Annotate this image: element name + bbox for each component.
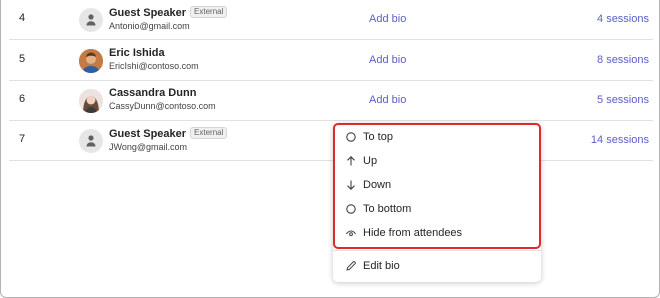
avatar xyxy=(79,49,103,73)
avatar xyxy=(79,129,103,153)
sessions-link[interactable]: 4 sessions xyxy=(597,13,649,25)
profile-photo-icon xyxy=(79,89,103,113)
pencil-icon xyxy=(343,258,359,274)
speaker-info: Eric Ishida EricIshi@contoso.com xyxy=(109,47,199,71)
menu-item-label: To bottom xyxy=(363,203,412,215)
circle-icon xyxy=(343,129,359,145)
avatar xyxy=(79,89,103,113)
sessions-link[interactable]: 14 sessions xyxy=(591,134,649,146)
speaker-name: Eric Ishida xyxy=(109,47,165,59)
menu-item-up[interactable]: Up xyxy=(333,149,541,173)
reorder-context-menu: To top Up Down To bottom Hide from atten… xyxy=(333,123,541,282)
add-bio-link[interactable]: Add bio xyxy=(369,94,406,106)
table-row: 5 Eric Ishida EricIshi@contoso.com Add b… xyxy=(9,41,653,81)
menu-item-label: Up xyxy=(363,155,378,167)
add-bio-link[interactable]: Add bio xyxy=(369,54,406,66)
speaker-name: Cassandra Dunn xyxy=(109,87,197,99)
add-bio-link[interactable]: Add bio xyxy=(369,13,406,25)
menu-item-to-top[interactable]: To top xyxy=(333,125,541,149)
menu-item-hide-from-attendees[interactable]: Hide from attendees xyxy=(333,221,541,245)
menu-item-label: To top xyxy=(363,131,393,143)
table-row: 7 Guest Speaker External JWong@gmail.com … xyxy=(9,121,653,161)
speaker-email: Antonio@gmail.com xyxy=(109,21,190,31)
row-number: 7 xyxy=(19,133,26,145)
menu-item-down[interactable]: Down xyxy=(333,173,541,197)
avatar xyxy=(79,8,103,32)
external-badge: External xyxy=(190,127,228,139)
row-number: 5 xyxy=(19,53,26,65)
person-icon xyxy=(86,135,96,147)
table-row: 6 Cassandra Dunn CassyDunn@contoso.com A… xyxy=(9,81,653,121)
eye-off-icon xyxy=(343,225,359,241)
external-badge: External xyxy=(190,6,228,18)
arrow-down-icon xyxy=(343,177,359,193)
speaker-email: CassyDunn@contoso.com xyxy=(109,101,216,111)
menu-item-label: Down xyxy=(363,179,392,191)
speaker-info: Guest Speaker External JWong@gmail.com xyxy=(109,127,228,152)
menu-item-to-bottom[interactable]: To bottom xyxy=(333,197,541,221)
menu-item-label: Hide from attendees xyxy=(363,227,463,239)
row-number: 4 xyxy=(19,12,26,24)
speaker-info: Guest Speaker External Antonio@gmail.com xyxy=(109,6,228,31)
circle-icon xyxy=(343,201,359,217)
sessions-link[interactable]: 5 sessions xyxy=(597,94,649,106)
speaker-email: EricIshi@contoso.com xyxy=(109,61,199,71)
menu-item-label: Edit bio xyxy=(363,260,400,272)
speaker-email: JWong@gmail.com xyxy=(109,142,187,152)
speaker-info: Cassandra Dunn CassyDunn@contoso.com xyxy=(109,87,216,111)
sessions-link[interactable]: 8 sessions xyxy=(597,54,649,66)
row-number: 6 xyxy=(19,93,26,105)
arrow-up-icon xyxy=(343,153,359,169)
table-row: 4 Guest Speaker External Antonio@gmail.co… xyxy=(9,0,653,40)
profile-photo-icon xyxy=(79,49,103,73)
speakers-table: 4 Guest Speaker External Antonio@gmail.co… xyxy=(0,0,660,298)
menu-divider xyxy=(333,250,541,251)
speaker-name: Guest Speaker xyxy=(109,128,187,140)
person-icon xyxy=(86,14,96,26)
speaker-name: Guest Speaker xyxy=(109,7,187,19)
menu-item-edit-bio[interactable]: Edit bio xyxy=(333,254,541,278)
